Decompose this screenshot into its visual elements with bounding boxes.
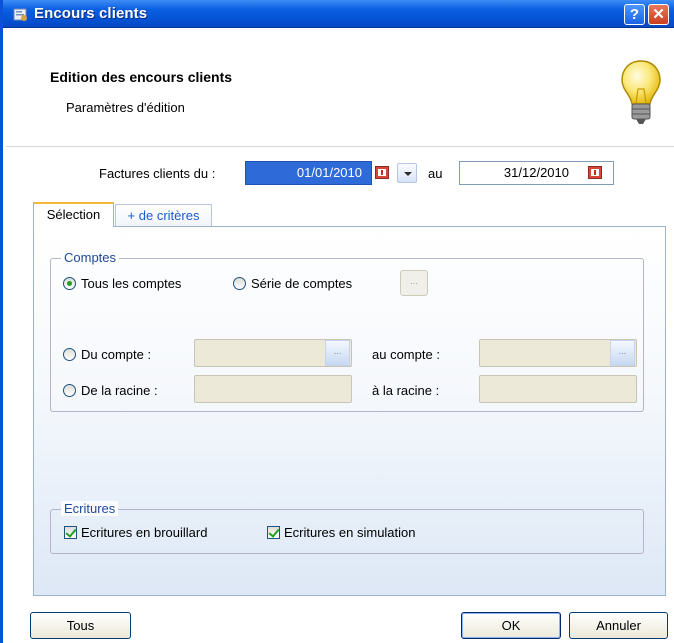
dialog-window: Encours clients ? ✕ Edition des encours … (0, 0, 674, 643)
series-select-button[interactable]: ... (400, 270, 428, 296)
window-icon (13, 8, 27, 21)
tab-selection[interactable]: Sélection (33, 202, 114, 227)
date-from-field[interactable]: 01/01/2010 (245, 161, 372, 185)
au-compte-lookup-button[interactable]: ... (610, 340, 635, 366)
header-separator (6, 146, 674, 147)
a-la-racine-input[interactable] (479, 375, 637, 403)
date-to-label: au (428, 166, 443, 181)
tab-more-criteria[interactable]: + de critères (115, 204, 212, 228)
de-la-racine-label[interactable]: De la racine : (81, 383, 158, 398)
window-title: Encours clients (34, 5, 148, 22)
comptes-legend: Comptes (61, 250, 120, 265)
close-button[interactable]: ✕ (648, 4, 669, 25)
title-bar[interactable]: Encours clients ? ✕ (3, 0, 674, 28)
a-la-racine-label: à la racine : (372, 383, 440, 398)
calendar-icon[interactable] (588, 166, 602, 179)
dates-label: Factures clients du : (99, 166, 216, 181)
radio-de-la-racine[interactable] (63, 384, 76, 397)
annuler-button[interactable]: Annuler (569, 612, 668, 639)
calendar-icon[interactable] (375, 166, 389, 179)
de-la-racine-input[interactable] (194, 375, 352, 403)
radio-series-accounts[interactable] (233, 277, 246, 290)
series-accounts-label[interactable]: Série de comptes (251, 276, 352, 291)
du-compte-lookup-button[interactable]: ... (325, 340, 350, 366)
radio-all-accounts[interactable] (63, 277, 76, 290)
radio-du-compte[interactable] (63, 348, 76, 361)
date-dropdown-button[interactable] (397, 163, 417, 183)
help-button[interactable]: ? (624, 4, 645, 25)
lightbulb-icon (621, 60, 661, 124)
checkbox-simulation[interactable] (267, 526, 280, 539)
ok-button[interactable]: OK (461, 612, 561, 639)
date-to-value: 31/12/2010 (503, 165, 569, 180)
ecritures-legend: Ecritures (61, 501, 119, 516)
checkbox-brouillard[interactable] (64, 526, 77, 539)
simulation-label[interactable]: Ecritures en simulation (284, 525, 416, 540)
au-compte-label: au compte : (372, 347, 440, 362)
du-compte-label[interactable]: Du compte : (81, 347, 151, 362)
page-subtitle: Paramètres d'édition (66, 100, 185, 115)
brouillard-label[interactable]: Ecritures en brouillard (81, 525, 207, 540)
page-title: Edition des encours clients (50, 69, 233, 85)
all-accounts-label[interactable]: Tous les comptes (81, 276, 181, 291)
tous-button[interactable]: Tous (30, 612, 131, 639)
date-from-value: 01/01/2010 (296, 165, 362, 180)
